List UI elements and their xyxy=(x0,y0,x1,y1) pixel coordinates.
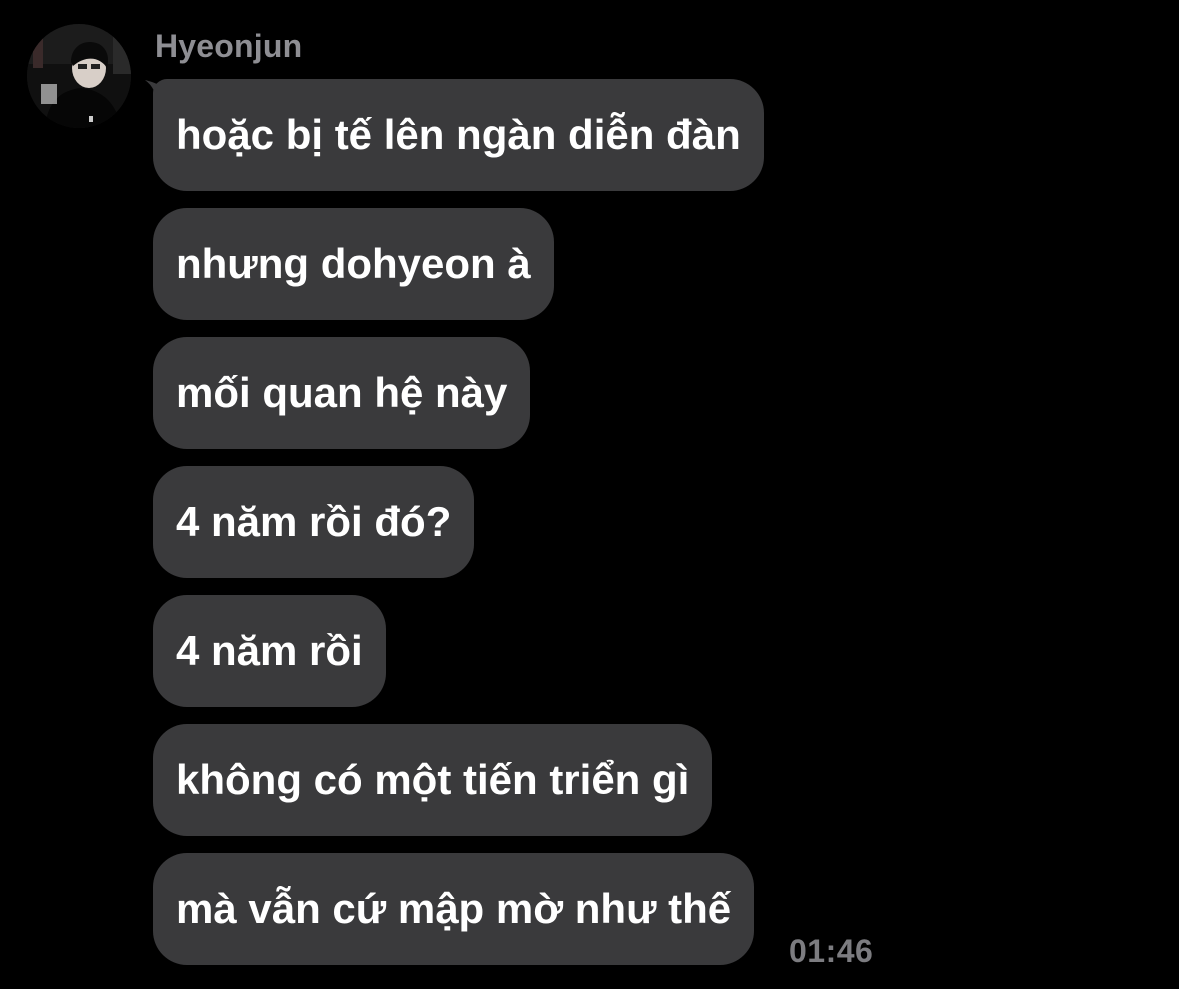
message-bubble[interactable]: mà vẫn cứ mập mờ như thế xyxy=(153,853,755,965)
message-bubble[interactable]: không có một tiến triển gì xyxy=(153,724,713,836)
message-bubble[interactable]: 4 năm rồi xyxy=(153,595,386,707)
message-bubble[interactable]: 4 năm rồi đó? xyxy=(153,466,475,578)
message-bubble[interactable]: nhưng dohyeon à xyxy=(153,208,554,320)
message-bubble[interactable]: hoặc bị tế lên ngàn diễn đàn xyxy=(153,79,764,191)
message-bubble[interactable]: mối quan hệ này xyxy=(153,337,531,449)
avatar-photo xyxy=(27,24,131,128)
sender-name: Hyeonjun xyxy=(155,28,303,64)
avatar[interactable] xyxy=(27,24,131,128)
message-timestamp: 01:46 xyxy=(789,933,874,969)
